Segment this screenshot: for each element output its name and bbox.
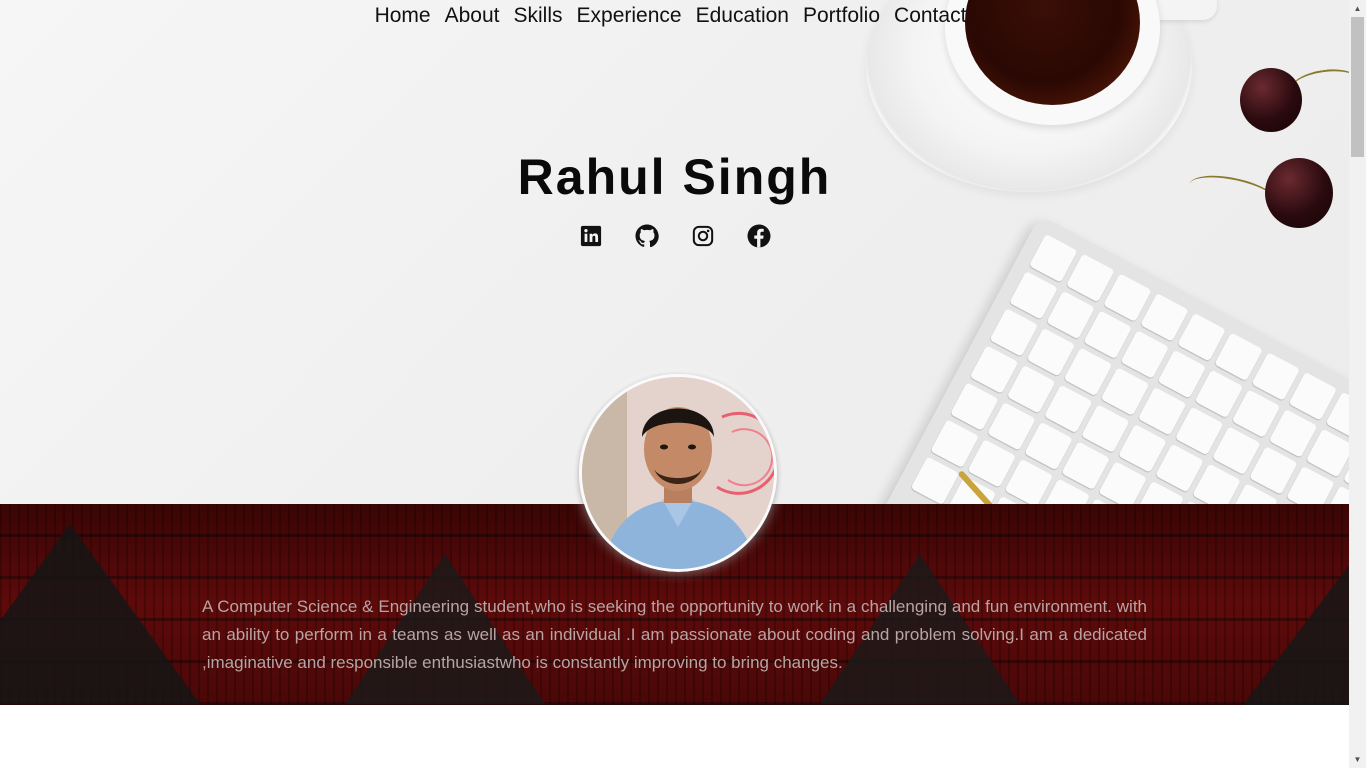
- nav-contact[interactable]: Contact: [894, 2, 966, 30]
- nav-skills[interactable]: Skills: [514, 2, 563, 30]
- facebook-icon[interactable]: [747, 222, 771, 250]
- nav-portfolio[interactable]: Portfolio: [803, 2, 880, 30]
- social-links: [0, 222, 1349, 250]
- nav-experience[interactable]: Experience: [577, 2, 682, 30]
- about-description: A Computer Science & Engineering student…: [202, 597, 1147, 672]
- profile-photo: [579, 374, 777, 572]
- nav-education[interactable]: Education: [696, 2, 789, 30]
- instagram-icon[interactable]: [691, 222, 715, 250]
- main-nav: Home About Skills Experience Education P…: [0, 2, 1341, 30]
- hero-name: Rahul Singh: [517, 149, 832, 205]
- cherry-decoration: [1240, 68, 1302, 132]
- linkedin-icon[interactable]: [579, 222, 603, 250]
- page: Home About Skills Experience Education P…: [0, 0, 1349, 768]
- scrollbar-thumb[interactable]: [1351, 17, 1364, 157]
- nav-home[interactable]: Home: [375, 2, 431, 30]
- scroll-up-arrow-icon[interactable]: ▲: [1349, 0, 1366, 17]
- nav-about[interactable]: About: [445, 2, 500, 30]
- background-triangle: [1240, 564, 1349, 705]
- github-icon[interactable]: [635, 222, 659, 250]
- scroll-down-arrow-icon[interactable]: ▼: [1349, 751, 1366, 768]
- keyboard-decoration: [870, 215, 1349, 504]
- background-triangle: [0, 524, 200, 704]
